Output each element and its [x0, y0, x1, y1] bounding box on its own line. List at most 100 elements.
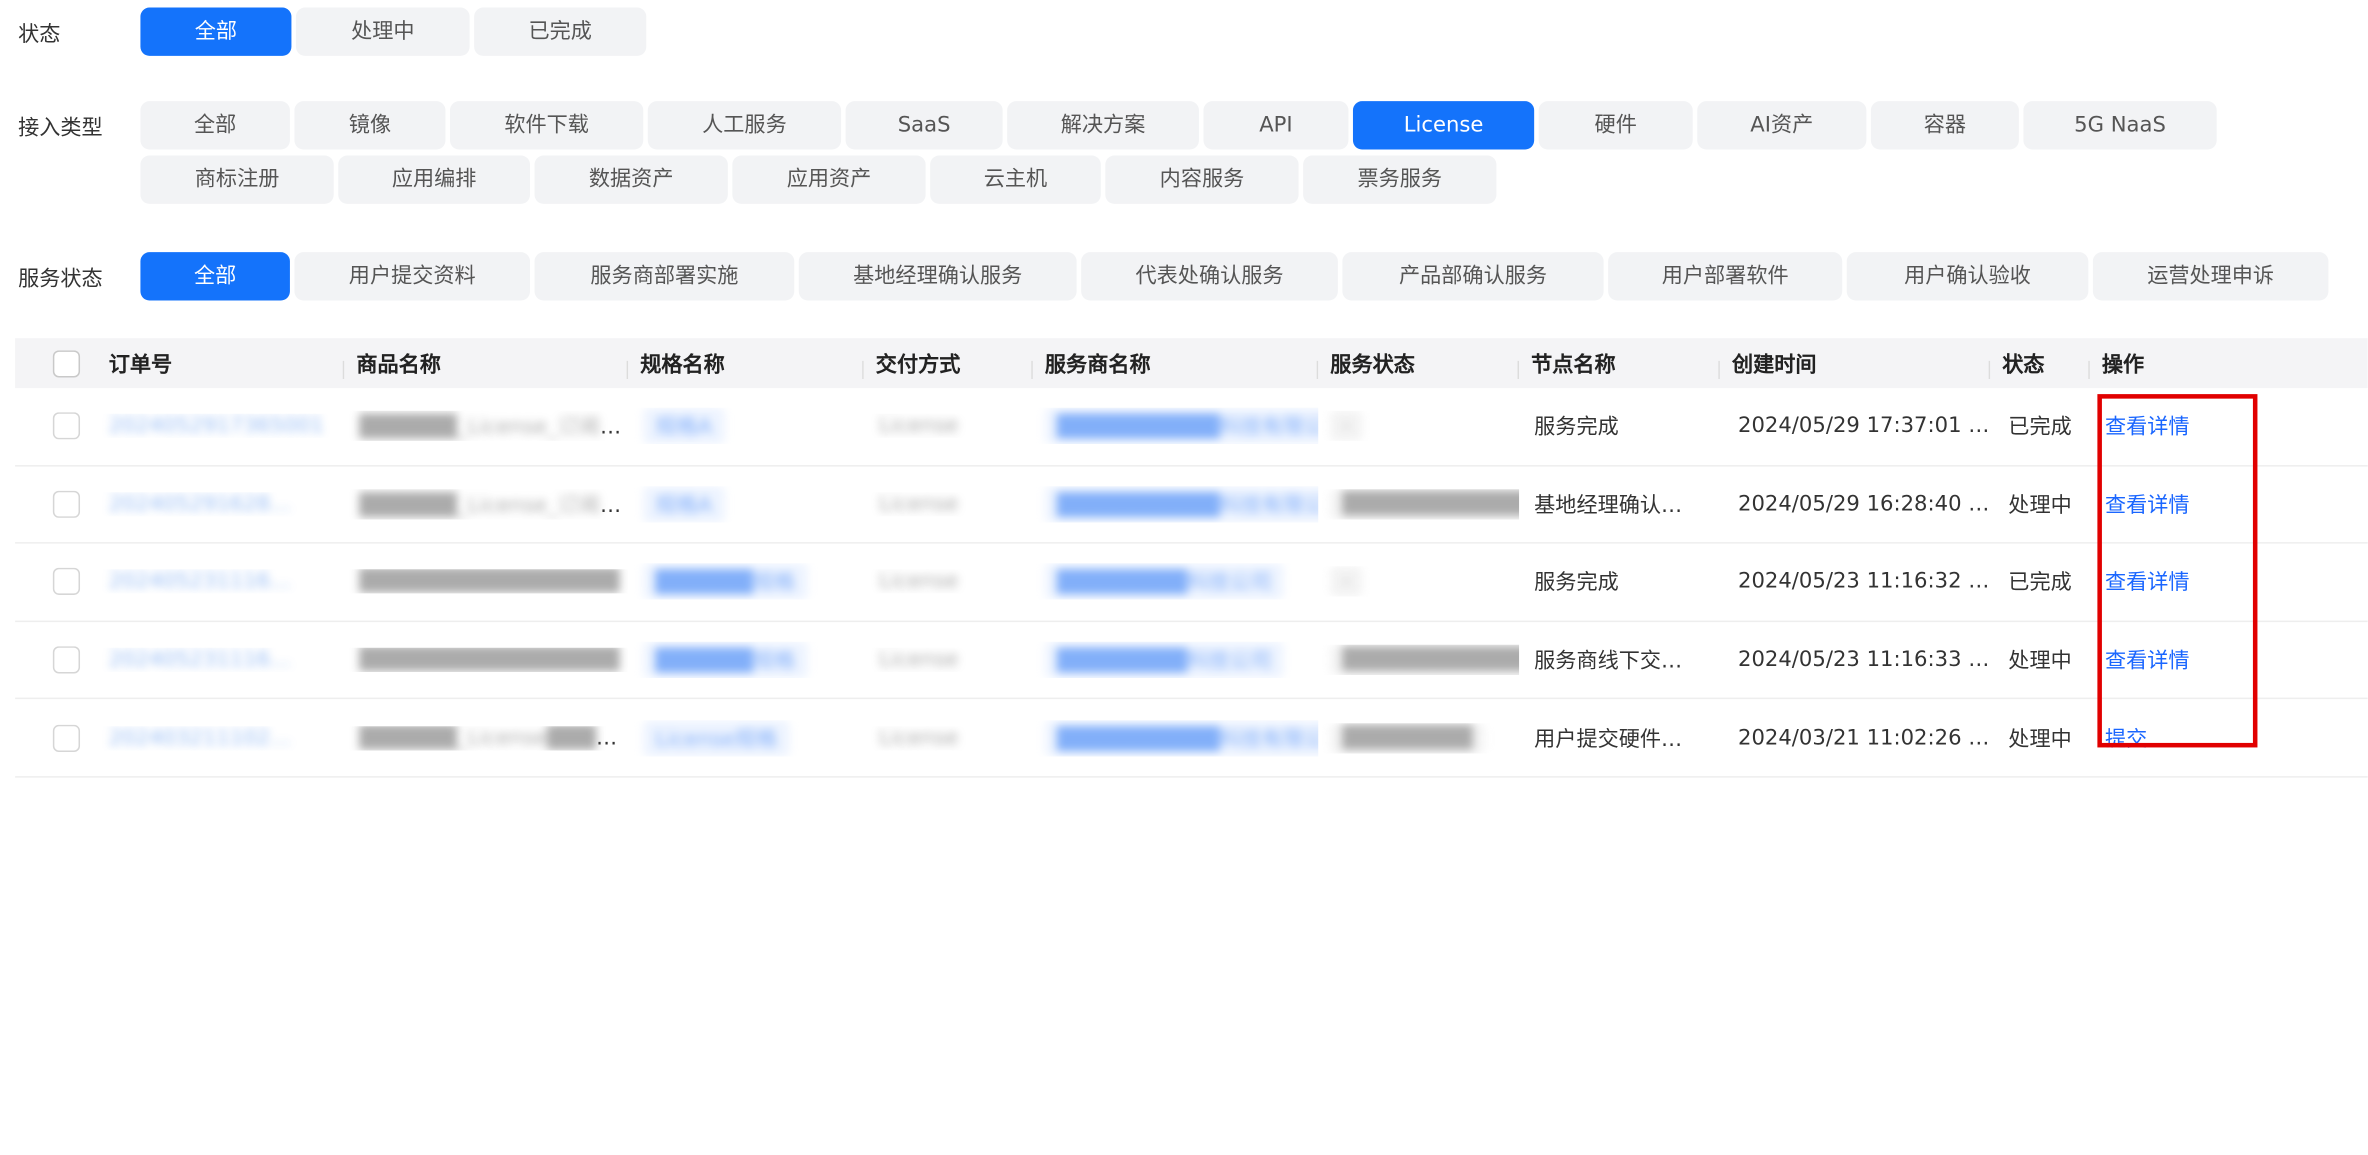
- access-type-option-solution[interactable]: 解决方案: [1007, 101, 1199, 150]
- status-filter-options: 全部 处理中 已完成: [140, 7, 647, 56]
- order-status: 处理中: [2008, 727, 2072, 752]
- service-status: ████████████: [1330, 644, 1520, 676]
- view-details-link[interactable]: 查看详情: [2105, 416, 2190, 440]
- row-checkbox[interactable]: [52, 568, 81, 596]
- row-select-cell: [15, 412, 97, 440]
- status-option-all[interactable]: 全部: [140, 7, 292, 56]
- order-no-cell: 202405231116…: [97, 648, 345, 672]
- node-name: 服务完成: [1534, 415, 1619, 440]
- delivery-method-cell: License: [864, 726, 1033, 750]
- table-row: 202405231116… ████████████████ ██████规格 Lic…: [15, 544, 2368, 622]
- order-no-link[interactable]: 2024052917365001: [109, 414, 324, 438]
- header-spec-name: 规格名称: [628, 348, 864, 379]
- row-checkbox[interactable]: [52, 646, 81, 674]
- order-no-link[interactable]: 202405231116…: [109, 648, 292, 672]
- access-type-option-software-download[interactable]: 软件下载: [449, 101, 644, 150]
- row-checkbox[interactable]: [52, 724, 81, 752]
- status-option-completed[interactable]: 已完成: [474, 7, 647, 56]
- action-cell: 提交: [2090, 723, 2368, 753]
- access-type-option-5g-naas[interactable]: 5G NaaS: [2023, 101, 2217, 150]
- status-option-processing[interactable]: 处理中: [295, 7, 470, 56]
- service-status-cell: ████████: [1318, 722, 1519, 753]
- spec-name-tag: ██████规格: [643, 641, 808, 679]
- delivery-method: License: [878, 570, 959, 595]
- provider-name: ████████科技公司: [1044, 641, 1284, 679]
- service-status-option-office-confirm[interactable]: 代表处确认服务: [1081, 252, 1338, 301]
- delivery-method: License: [878, 647, 959, 673]
- order-no-cell: 2024052917365001: [97, 414, 345, 438]
- service-status-option-provider-deploy[interactable]: 服务商部署实施: [534, 252, 795, 301]
- service-status-option-product-dept-confirm[interactable]: 产品部确认服务: [1342, 252, 1604, 301]
- spec-name-cell: 规格A: [628, 408, 864, 445]
- access-type-option-app-orchestration[interactable]: 应用编排: [338, 155, 531, 204]
- action-cell: 查看详情: [2090, 645, 2368, 675]
- view-details-link[interactable]: 查看详情: [2105, 649, 2190, 673]
- action-cell: 查看详情: [2090, 567, 2368, 597]
- order-no-cell: 202405231116…: [97, 570, 345, 594]
- order-status: 处理中: [2008, 493, 2072, 518]
- table-row: 202405231116… ████████████████ ██████规格 Lic…: [15, 622, 2368, 700]
- delivery-method: License: [878, 414, 959, 439]
- access-type-option-saas[interactable]: SaaS: [845, 101, 1003, 150]
- product-name-cell: ██████_License_订阅版本: [344, 489, 628, 519]
- order-no-cell: 202403211102…: [97, 726, 345, 750]
- provider-name-cell: ██████████科技有限公司: [1033, 408, 1319, 445]
- delivery-method-cell: License: [864, 648, 1033, 672]
- header-actions: 操作: [2101, 352, 2145, 377]
- table-header: 订单号 商品名称 规格名称 交付方式 服务商名称 服务状态 节点名称 创建时间 …: [15, 338, 2368, 389]
- access-type-option-manual-service[interactable]: 人工服务: [647, 101, 842, 150]
- view-details-link[interactable]: 查看详情: [2105, 494, 2190, 518]
- access-type-option-all[interactable]: 全部: [140, 101, 290, 150]
- provider-name: ██████████科技有限公司: [1044, 719, 1319, 757]
- access-type-option-data-asset[interactable]: 数据资产: [534, 155, 728, 204]
- delivery-method: License: [878, 492, 959, 517]
- access-type-option-hardware[interactable]: 硬件: [1538, 101, 1693, 150]
- order-status: 已完成: [2008, 571, 2072, 596]
- header-product-name: 商品名称: [344, 348, 629, 379]
- status-filter-label: 状态: [18, 22, 61, 47]
- access-type-option-image[interactable]: 镜像: [294, 101, 446, 150]
- access-type-filter-options: 全部 镜像 软件下载 人工服务 SaaS 解决方案 API License 硬件…: [140, 101, 2254, 204]
- row-select-cell: [15, 724, 97, 752]
- service-status-option-user-accept[interactable]: 用户确认验收: [1846, 252, 2089, 301]
- provider-name-cell: ██████████科技有限公司: [1033, 719, 1319, 757]
- table-body: 2024052917365001 ██████_License_订阅版本 规格A Li…: [15, 388, 2368, 778]
- order-status: 处理中: [2008, 649, 2072, 674]
- service-status-option-appeal[interactable]: 运营处理申诉: [2092, 252, 2329, 301]
- table-row: 202403211102… ██████_License████… License规…: [15, 700, 2368, 778]
- select-all-checkbox[interactable]: [52, 349, 81, 377]
- access-type-option-ticket-service[interactable]: 票务服务: [1303, 155, 1497, 204]
- provider-name-cell: ████████科技公司: [1033, 563, 1318, 601]
- product-name: ██████_License_订阅版本: [359, 415, 629, 440]
- header-node-name: 节点名称: [1519, 348, 1720, 379]
- created-time: 2024/05/23 11:16:33 …: [1738, 647, 1990, 673]
- row-checkbox[interactable]: [52, 490, 81, 518]
- access-type-option-trademark[interactable]: 商标注册: [140, 155, 334, 204]
- access-type-option-api[interactable]: API: [1203, 101, 1349, 150]
- access-type-option-content-service[interactable]: 内容服务: [1105, 155, 1299, 204]
- order-no-link[interactable]: 202403211102…: [109, 726, 292, 750]
- spec-name-tag: 规格A: [643, 408, 725, 445]
- row-checkbox[interactable]: [52, 412, 81, 440]
- service-status-option-user-submit[interactable]: 用户提交资料: [294, 252, 531, 301]
- spec-name-cell: ██████规格: [628, 563, 864, 601]
- header-order-no: 订单号: [97, 348, 345, 379]
- service-status-option-user-deploy[interactable]: 用户部署软件: [1608, 252, 1843, 301]
- spec-name-tag: 规格A: [643, 486, 725, 523]
- delivery-method-cell: License: [864, 492, 1033, 516]
- service-status-filter-options: 全部 用户提交资料 服务商部署实施 基地经理确认服务 代表处确认服务 产品部确认…: [140, 252, 2329, 301]
- product-name-cell: ██████_License████…: [344, 726, 628, 750]
- access-type-option-ai-asset[interactable]: AI资产: [1697, 101, 1867, 150]
- order-no-link[interactable]: 202405291628…: [109, 492, 292, 516]
- submit-link[interactable]: 提交: [2105, 727, 2147, 751]
- access-type-option-app-asset[interactable]: 应用资产: [732, 155, 926, 204]
- header-provider-name: 服务商名称: [1033, 348, 1319, 379]
- order-no-link[interactable]: 202405231116…: [109, 570, 292, 594]
- access-type-option-container[interactable]: 容器: [1870, 101, 2019, 150]
- access-type-option-cloud-host[interactable]: 云主机: [930, 155, 1101, 204]
- service-status-option-base-manager-confirm[interactable]: 基地经理确认服务: [798, 252, 1077, 301]
- service-status-option-all[interactable]: 全部: [140, 252, 290, 301]
- view-details-link[interactable]: 查看详情: [2105, 572, 2190, 596]
- access-type-option-license[interactable]: License: [1352, 101, 1535, 150]
- node-name: 服务完成: [1534, 571, 1619, 596]
